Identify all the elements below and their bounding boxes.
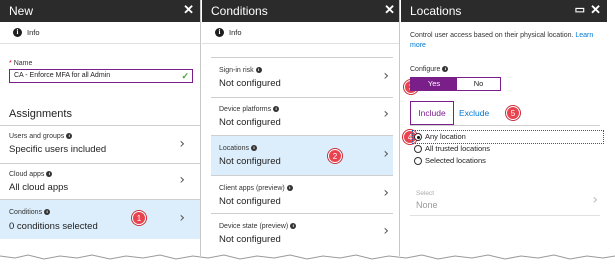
radio-all-trusted-locations[interactable]: All trusted locations	[413, 143, 603, 155]
checkmark-icon: ✓	[181, 71, 189, 81]
info-icon: i	[66, 133, 73, 139]
step-badge-1: 1	[132, 211, 146, 225]
close-icon[interactable]: ✕	[384, 2, 395, 18]
new-blade-title: New	[9, 4, 34, 18]
torn-edge-decoration	[0, 254, 615, 264]
select-label: Select	[416, 190, 435, 197]
row-value: Not configured	[219, 196, 281, 207]
sign-in-risk-row[interactable]: Sign-in risk i Not configured ›	[211, 57, 393, 97]
row-label: Sign-in risk i	[219, 67, 262, 74]
row-value: Not configured	[219, 117, 281, 128]
row-label: Client apps (preview) i	[219, 185, 293, 192]
configure-label: Configure i	[410, 66, 449, 73]
step-badge-5: 5	[506, 106, 520, 120]
close-icon[interactable]: ✕	[590, 2, 601, 18]
tab-divider	[410, 125, 600, 126]
locations-blade: Locations ▭ ✕ Control user access based …	[401, 0, 607, 256]
info-button[interactable]: i Info	[0, 22, 200, 44]
name-input-value: CA - Enforce MFA for all Admin	[14, 72, 111, 79]
info-icon: i	[13, 28, 22, 37]
locations-blade-header: Locations ▭ ✕	[401, 0, 607, 22]
row-value: 0 conditions selected	[9, 221, 98, 232]
radio-button[interactable]	[414, 133, 422, 141]
name-input[interactable]: CA - Enforce MFA for all Admin ✓	[9, 69, 193, 83]
device-state-row[interactable]: Device state (preview) i Not configured ›	[211, 213, 393, 253]
conditions-blade-title: Conditions	[211, 4, 268, 18]
toggle-no[interactable]: No	[457, 78, 500, 90]
radio-label: Any location	[425, 132, 466, 141]
row-value: All cloud apps	[9, 182, 69, 193]
row-value: Not configured	[219, 78, 281, 89]
info-icon: i	[44, 209, 51, 215]
row-value: Not configured	[219, 234, 281, 245]
info-icon: i	[442, 66, 449, 72]
device-platforms-row[interactable]: Device platforms i Not configured ›	[211, 97, 393, 135]
cloud-apps-row[interactable]: Cloud apps i All cloud apps ›	[0, 163, 200, 199]
info-icon: i	[250, 145, 257, 151]
locations-blade-title: Locations	[410, 4, 462, 18]
chevron-right-icon: ›	[179, 210, 185, 226]
row-label: Device platforms i	[219, 106, 280, 113]
new-blade-header: New ✕	[0, 0, 200, 22]
tab-exclude[interactable]: Exclude	[459, 101, 509, 125]
toggle-yes[interactable]: Yes	[411, 78, 457, 90]
info-icon: i	[286, 185, 293, 191]
conditions-blade: Conditions ✕ i Info Sign-in risk i Not co…	[202, 0, 400, 256]
radio-button[interactable]	[414, 145, 422, 153]
info-button[interactable]: i Info	[202, 22, 399, 44]
radio-button[interactable]	[414, 157, 422, 165]
radio-any-location[interactable]: Any location	[412, 130, 604, 144]
conditions-row[interactable]: Conditions i 0 conditions selected 1 ›	[0, 199, 200, 239]
chevron-right-icon: ›	[383, 146, 389, 162]
close-icon[interactable]: ✕	[183, 2, 194, 18]
chevron-right-icon: ›	[592, 192, 598, 208]
row-label: Locations i	[219, 145, 257, 152]
row-value: Specific users included	[9, 144, 107, 155]
row-label: Users and groups i	[9, 133, 73, 140]
conditions-blade-header: Conditions ✕	[202, 0, 399, 22]
step-badge-2: 2	[328, 149, 342, 163]
chevron-right-icon: ›	[383, 68, 389, 84]
client-apps-row[interactable]: Client apps (preview) i Not configured ›	[211, 175, 393, 213]
row-label: Device state (preview) i	[219, 223, 297, 230]
info-label: Info	[229, 28, 242, 37]
name-label: * Name	[9, 60, 33, 67]
select-value: None	[416, 200, 438, 210]
chevron-right-icon: ›	[383, 223, 389, 239]
radio-label: All trusted locations	[425, 144, 491, 153]
info-icon: i	[46, 171, 53, 177]
info-icon: i	[290, 223, 297, 229]
row-label: Cloud apps i	[9, 171, 53, 178]
row-value: Not configured	[219, 156, 281, 167]
chevron-right-icon: ›	[179, 136, 185, 152]
info-label: Info	[27, 28, 40, 37]
maximize-icon[interactable]: ▭	[575, 2, 585, 18]
info-icon: i	[215, 28, 224, 37]
chevron-right-icon: ›	[383, 185, 389, 201]
tab-include[interactable]: Include	[410, 101, 454, 125]
locations-description: Control user access based on their physi…	[410, 32, 594, 49]
location-radio-group: Any location All trusted locations Selec…	[412, 130, 604, 167]
users-and-groups-row[interactable]: Users and groups i Specific users include…	[0, 125, 200, 163]
row-label: Conditions i	[9, 209, 51, 216]
select-locations[interactable]: Select None ›	[410, 188, 600, 216]
radio-selected-locations[interactable]: Selected locations	[413, 155, 603, 167]
info-icon: i	[255, 67, 262, 73]
chevron-right-icon: ›	[179, 172, 185, 188]
locations-row[interactable]: Locations i Not configured 2 ›	[211, 135, 393, 175]
configure-toggle[interactable]: Yes No	[410, 77, 501, 91]
chevron-right-icon: ›	[383, 106, 389, 122]
radio-label: Selected locations	[425, 156, 486, 165]
info-icon: i	[273, 106, 280, 112]
new-blade: New ✕ i Info * Name CA - Enforce MFA for…	[0, 0, 201, 256]
assignments-heading: Assignments	[9, 108, 72, 120]
